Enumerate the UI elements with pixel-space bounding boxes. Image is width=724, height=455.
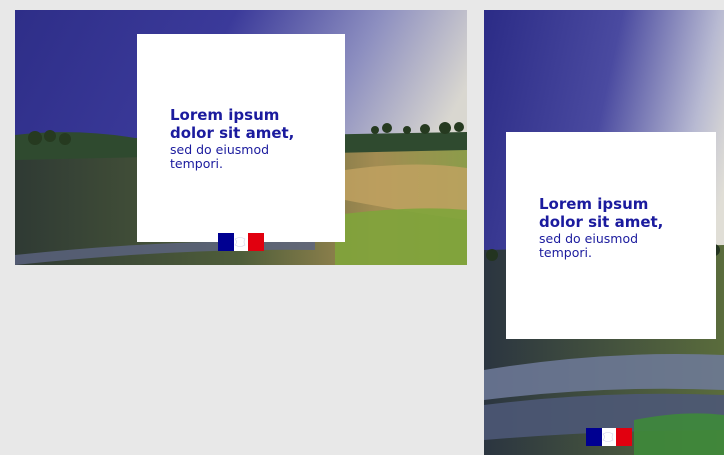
subtext: sed do eiusmod tempori. <box>539 232 716 260</box>
subtext-line-2: tempori. <box>170 156 223 171</box>
message-panel: Lorem ipsum dolor sit amet, sed do eiusm… <box>137 34 345 242</box>
landscape-ad-card: Lorem ipsum dolor sit amet, sed do eiusm… <box>15 10 467 265</box>
subtext-line-1: sed do eiusmod <box>539 231 639 246</box>
headline: Lorem ipsum dolor sit amet, <box>539 195 716 231</box>
subtext: sed do eiusmod tempori. <box>170 143 345 171</box>
portrait-ad-card: Lorem ipsum dolor sit amet, sed do eiusm… <box>484 10 724 455</box>
subtext-line-2: tempori. <box>539 245 592 260</box>
marianne-flag-logo <box>586 428 632 446</box>
subtext-line-1: sed do eiusmod <box>170 142 270 157</box>
headline: Lorem ipsum dolor sit amet, <box>170 106 345 142</box>
headline-line-1: Lorem ipsum <box>170 106 280 124</box>
headline-line-2: dolor sit amet, <box>539 213 664 231</box>
headline-line-2: dolor sit amet, <box>170 124 295 142</box>
marianne-flag-logo <box>218 233 264 251</box>
message-panel: Lorem ipsum dolor sit amet, sed do eiusm… <box>506 132 716 339</box>
headline-line-1: Lorem ipsum <box>539 195 649 213</box>
